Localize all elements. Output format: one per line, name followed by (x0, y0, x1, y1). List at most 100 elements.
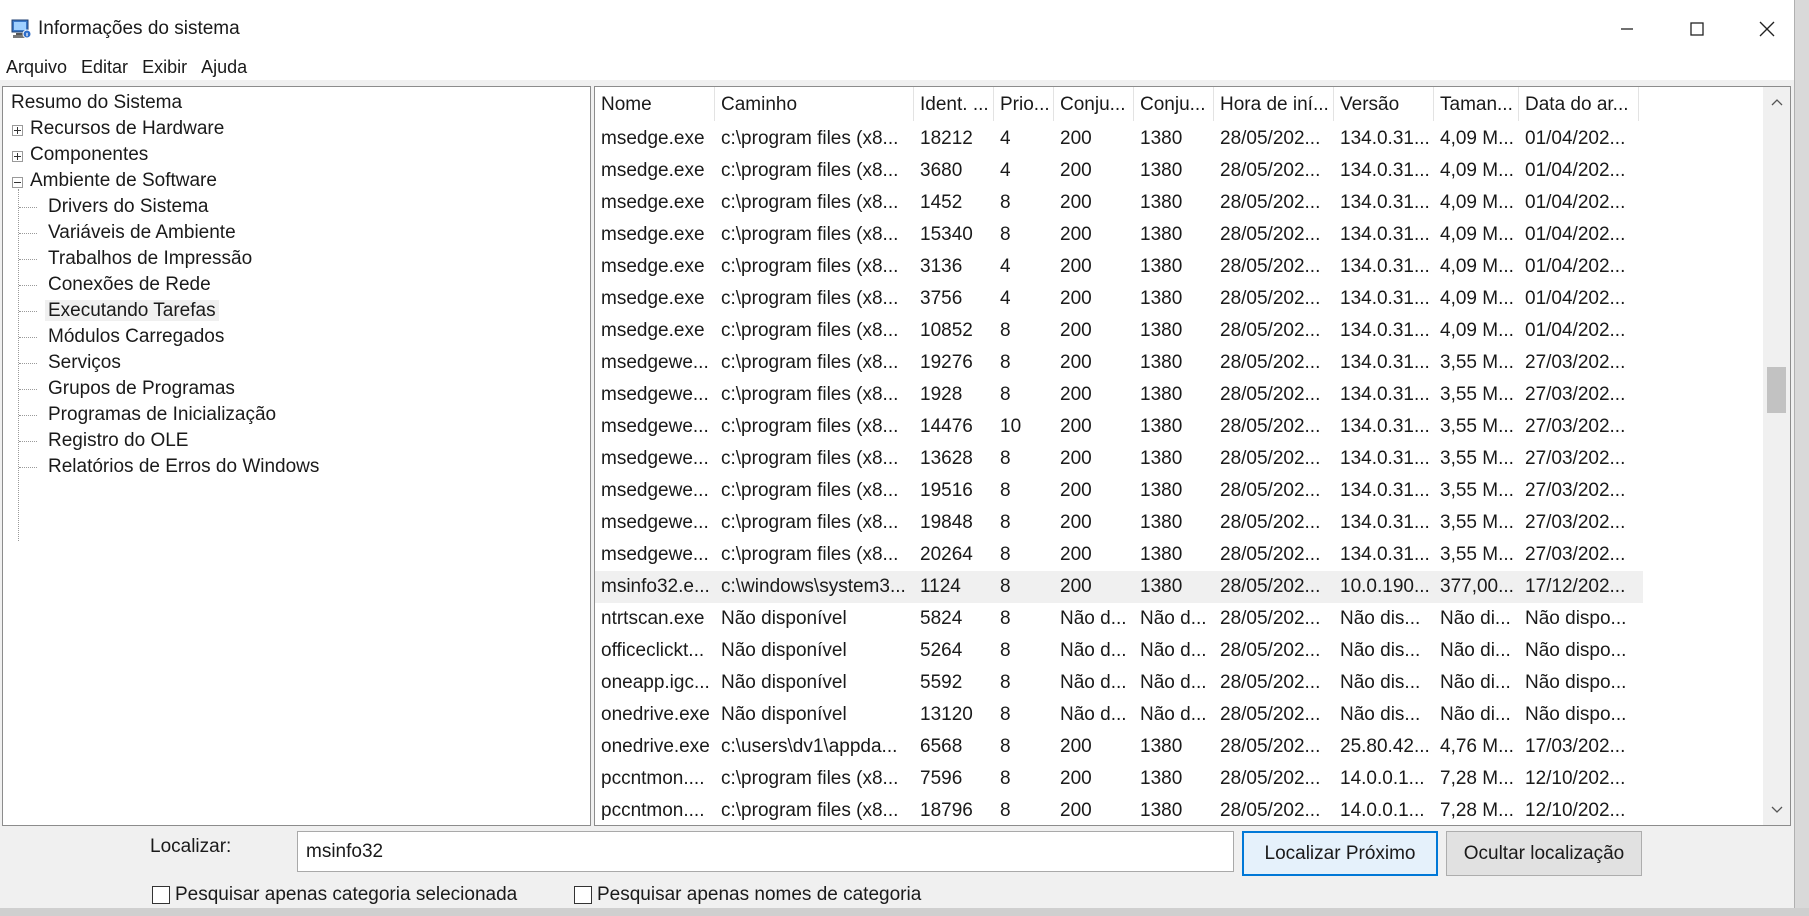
table-row[interactable]: msedgewe... c:\program files (x8... 14476 1… (595, 411, 1643, 443)
table-cell: 134.0.31... (1340, 128, 1430, 149)
tree-item-software-environment[interactable]: Ambiente de Software (27, 167, 220, 195)
tree-child-item[interactable]: Variáveis de Ambiente (45, 219, 239, 247)
checkbox-box[interactable] (574, 886, 592, 904)
tree-connector-line (19, 389, 37, 390)
details-list[interactable]: Nome Caminho Ident. ... Prio... Conju... Conj… (594, 86, 1791, 826)
scroll-down-icon[interactable] (1763, 795, 1790, 825)
table-row[interactable]: ntrtscan.exe Não disponível 5824 8 Não d... N… (595, 603, 1643, 635)
table-cell: 4 (1000, 288, 1011, 309)
table-row[interactable]: onedrive.exe c:\users\dv1\appda... 6568 8 20… (595, 731, 1643, 763)
table-row[interactable]: msedge.exe c:\program files (x8... 3756 4 20… (595, 283, 1643, 315)
search-category-names-checkbox[interactable]: Pesquisar apenas nomes de categoria (574, 884, 921, 906)
checkbox-box[interactable] (152, 886, 170, 904)
table-cell: 14.0.0.1... (1340, 768, 1425, 789)
column-header[interactable]: Hora de iní... (1214, 87, 1334, 121)
table-cell: 28/05/202... (1220, 640, 1321, 661)
table-cell: 28/05/202... (1220, 448, 1321, 469)
table-row[interactable]: msinfo32.e... c:\windows\system3... 1124 8 2… (595, 571, 1643, 603)
tree-child-item[interactable]: Conexões de Rede (45, 271, 214, 299)
table-row[interactable]: onedrive.exe Não disponível 13120 8 Não d...… (595, 699, 1643, 731)
table-row[interactable]: msedgewe... c:\program files (x8... 13628 8… (595, 443, 1643, 475)
table-cell: 3,55 M... (1440, 416, 1514, 437)
column-header[interactable]: Nome (595, 87, 715, 121)
close-button[interactable] (1732, 0, 1794, 58)
tree-connector-line (19, 207, 37, 208)
column-header[interactable]: Data do ar... (1519, 87, 1639, 121)
tree-child-item[interactable]: Módulos Carregados (45, 323, 227, 351)
tree-item-hardware-resources[interactable]: Recursos de Hardware (27, 115, 227, 143)
table-cell: oneapp.igc... (601, 672, 710, 693)
table-cell: msedge.exe (601, 160, 705, 181)
menu-arquivo[interactable]: Arquivo (0, 54, 74, 80)
find-input[interactable] (297, 831, 1234, 872)
tree-child-item[interactable]: Relatórios de Erros do Windows (45, 453, 322, 481)
column-header[interactable]: Versão (1334, 87, 1434, 121)
table-cell: 200 (1060, 192, 1092, 213)
table-cell: 1380 (1140, 288, 1183, 309)
tree-child-item[interactable]: Grupos de Programas (45, 375, 238, 403)
table-row[interactable]: msedge.exe c:\program files (x8... 10852 8 2… (595, 315, 1643, 347)
menu-ajuda[interactable]: Ajuda (194, 54, 254, 80)
table-cell: officeclickt... (601, 640, 705, 661)
scroll-up-icon[interactable] (1763, 87, 1790, 117)
table-row[interactable]: msedge.exe c:\program files (x8... 3136 4 20… (595, 251, 1643, 283)
table-row[interactable]: msedgewe... c:\program files (x8... 20264 8… (595, 539, 1643, 571)
table-row[interactable]: msedge.exe c:\program files (x8... 1452 8 20… (595, 187, 1643, 219)
column-header[interactable]: Taman... (1434, 87, 1519, 121)
table-cell: c:\program files (x8... (721, 352, 899, 373)
tree-item-system-summary[interactable]: Resumo do Sistema (8, 89, 185, 117)
tree-child-item[interactable]: Drivers do Sistema (45, 193, 212, 221)
table-cell: 01/04/202... (1525, 256, 1626, 277)
column-header[interactable]: Prio... (994, 87, 1054, 121)
tree-child-item[interactable]: Registro do OLE (45, 427, 191, 455)
column-header[interactable]: Ident. ... (914, 87, 994, 121)
table-cell: 8 (1000, 512, 1011, 533)
tree-child-item[interactable]: Executando Tarefas (45, 297, 219, 325)
table-cell: 4,09 M... (1440, 160, 1514, 181)
table-cell: 1124 (920, 576, 961, 597)
table-cell: 17/12/202... (1525, 576, 1626, 597)
menu-exibir[interactable]: Exibir (135, 54, 194, 80)
expand-plus-icon[interactable] (12, 125, 23, 136)
table-row[interactable]: oneapp.igc... Não disponível 5592 8 Não d...… (595, 667, 1643, 699)
minimize-button[interactable] (1592, 0, 1662, 58)
tree-child-item[interactable]: Programas de Inicialização (45, 401, 279, 429)
table-row[interactable]: pccntmon.... c:\program files (x8... 18796… (595, 795, 1643, 825)
table-row[interactable]: msedgewe... c:\program files (x8... 19516 8… (595, 475, 1643, 507)
search-selected-category-checkbox[interactable]: Pesquisar apenas categoria selecionada (152, 884, 517, 906)
column-header[interactable]: Caminho (715, 87, 914, 121)
tree-child-item[interactable]: Trabalhos de Impressão (45, 245, 255, 273)
column-header[interactable]: Conju... (1054, 87, 1134, 121)
collapse-minus-icon[interactable] (12, 177, 23, 188)
table-cell: Não disponível (721, 672, 847, 693)
maximize-icon (1690, 22, 1704, 36)
table-row[interactable]: msedgewe... c:\program files (x8... 19848 8… (595, 507, 1643, 539)
table-row[interactable]: msedgewe... c:\program files (x8... 19276 8… (595, 347, 1643, 379)
find-next-button[interactable]: Localizar Próximo (1242, 831, 1438, 876)
table-cell: 28/05/202... (1220, 224, 1321, 245)
table-cell: 3756 (920, 288, 963, 309)
expand-plus-icon[interactable] (12, 151, 23, 162)
category-tree[interactable]: Resumo do Sistema Recursos de Hardware C… (2, 86, 591, 826)
table-cell: 200 (1060, 416, 1092, 437)
table-row[interactable]: officeclickt... Não disponível 5264 8 Não d.… (595, 635, 1643, 667)
tree-item-components[interactable]: Componentes (27, 141, 151, 169)
hide-find-button[interactable]: Ocultar localização (1446, 831, 1642, 876)
scroll-thumb[interactable] (1767, 367, 1786, 413)
tree-child-item[interactable]: Serviços (45, 349, 124, 377)
menu-editar[interactable]: Editar (74, 54, 135, 80)
table-cell: c:\program files (x8... (721, 480, 899, 501)
table-row[interactable]: msedgewe... c:\program files (x8... 1928 8 2… (595, 379, 1643, 411)
column-header[interactable]: Conju... (1134, 87, 1214, 121)
table-cell: 10852 (920, 320, 973, 341)
table-row[interactable]: msedge.exe c:\program files (x8... 3680 4 20… (595, 155, 1643, 187)
table-cell: 8 (1000, 192, 1011, 213)
maximize-button[interactable] (1662, 0, 1732, 58)
table-row[interactable]: msedge.exe c:\program files (x8... 18212 4 2… (595, 123, 1643, 155)
vertical-scrollbar[interactable] (1763, 87, 1790, 825)
table-row[interactable]: pccntmon.... c:\program files (x8... 7596 8… (595, 763, 1643, 795)
table-cell: 27/03/202... (1525, 448, 1626, 469)
table-cell: 4,09 M... (1440, 192, 1514, 213)
table-row[interactable]: msedge.exe c:\program files (x8... 15340 8 2… (595, 219, 1643, 251)
table-cell: c:\program files (x8... (721, 256, 899, 277)
